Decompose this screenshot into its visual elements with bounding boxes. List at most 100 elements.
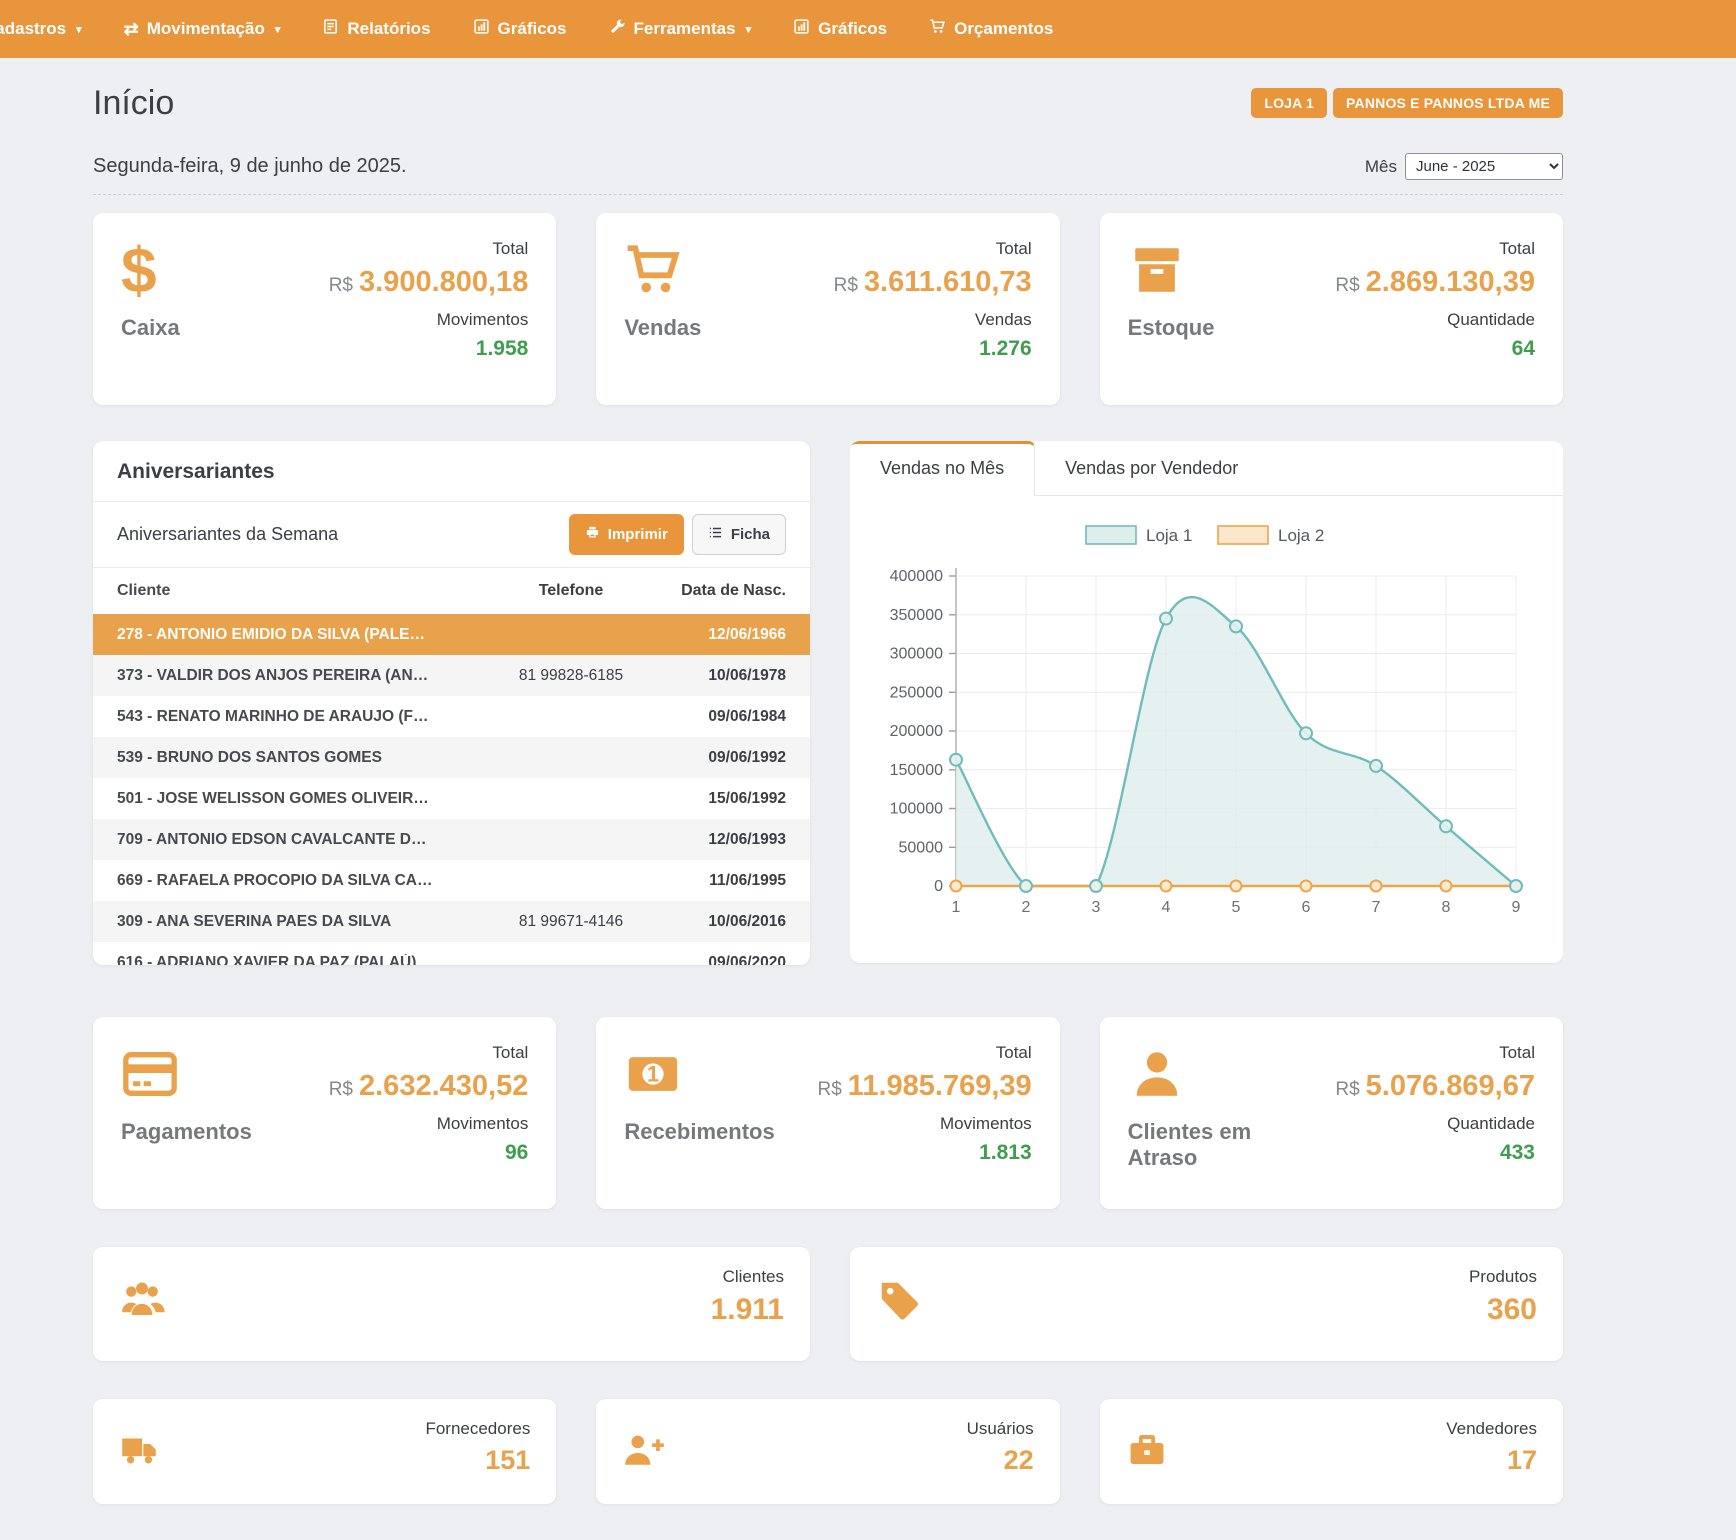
- total-value: 2.869.130,39: [1366, 266, 1535, 298]
- birthday-table-row[interactable]: 309 - ANA SEVERINA PAES DA SILVA81 99671…: [93, 901, 810, 942]
- summary-label: Vendedores: [1446, 1419, 1537, 1439]
- column-header-cliente: Cliente: [117, 582, 476, 600]
- caret-down-icon: ▾: [275, 23, 281, 36]
- nav-item-label: Ferramentas: [634, 19, 736, 39]
- svg-text:9: 9: [1512, 899, 1521, 916]
- nav-item-graficos[interactable]: Gráficos: [452, 0, 588, 58]
- cell-nascimento: 09/06/1984: [666, 708, 786, 726]
- tab-vendas-por-vendedor[interactable]: Vendas por Vendedor: [1035, 441, 1268, 496]
- nav-item-label: Cadastros: [0, 19, 66, 39]
- current-date: Segunda-feira, 9 de junho de 2025.: [93, 155, 407, 178]
- birthday-table-row[interactable]: 616 - ADRIANO XAVIER DA PAZ (PALAÚ)09/06…: [93, 942, 810, 965]
- cell-cliente: 309 - ANA SEVERINA PAES DA SILVA: [117, 913, 476, 931]
- birthday-table-row[interactable]: 278 - ANTONIO EMIDIO DA SILVA (PALE…12/0…: [93, 614, 810, 655]
- birthday-table-row[interactable]: 539 - BRUNO DOS SANTOS GOMES09/06/1992: [93, 737, 810, 778]
- caret-down-icon: ▾: [746, 23, 752, 36]
- svg-text:300000: 300000: [890, 646, 943, 663]
- cell-nascimento: 10/06/2016: [666, 913, 786, 931]
- store-badge: LOJA 1: [1251, 88, 1327, 118]
- clientes-em-atraso-card: Clientes em Atraso Total R$5.076.869,67 …: [1100, 1017, 1563, 1209]
- count-label: Movimentos: [329, 1114, 529, 1134]
- count-value: 64: [1335, 337, 1535, 361]
- total-value: 11.985.769,39: [848, 1070, 1032, 1102]
- card-title: Estoque: [1128, 315, 1215, 341]
- count-value: 96: [329, 1141, 529, 1165]
- birthday-table-row[interactable]: 709 - ANTONIO EDSON CAVALCANTE D…12/06/1…: [93, 819, 810, 860]
- cell-cliente: 669 - RAFAELA PROCOPIO DA SILVA CA…: [117, 872, 476, 890]
- birthday-table-row[interactable]: 543 - RENATO MARINHO DE ARAUJO (F…09/06/…: [93, 696, 810, 737]
- total-label: Total: [329, 1043, 529, 1063]
- tag-icon: [876, 1277, 922, 1328]
- printer-icon: [585, 525, 600, 544]
- currency-symbol: R$: [818, 1079, 842, 1100]
- usuarios-card: Usuários 22: [596, 1399, 1059, 1504]
- total-label: Total: [1335, 239, 1535, 259]
- cell-nascimento: 10/06/1978: [666, 667, 786, 685]
- count-label: Movimentos: [818, 1114, 1032, 1134]
- card-title: Pagamentos: [121, 1119, 252, 1145]
- summary-value: 360: [1469, 1293, 1537, 1327]
- ficha-button-label: Ficha: [731, 526, 770, 543]
- cart-icon: [929, 18, 946, 40]
- sales-line-chart: 0500001000001500002000002500003000003500…: [878, 512, 1528, 952]
- svg-text:100000: 100000: [890, 801, 943, 818]
- month-select[interactable]: June - 2025: [1405, 153, 1563, 180]
- nav-item-cadastros[interactable]: Cadastros ▾: [0, 0, 103, 58]
- ficha-button[interactable]: Ficha: [692, 514, 786, 555]
- nav-item-relatorios[interactable]: Relatórios: [301, 0, 451, 58]
- summary-label: Produtos: [1469, 1267, 1537, 1287]
- svg-text:1: 1: [952, 899, 961, 916]
- svg-text:0: 0: [934, 878, 943, 895]
- svg-text:4: 4: [1162, 899, 1171, 916]
- print-button[interactable]: Imprimir: [569, 514, 684, 555]
- box-icon: [1128, 239, 1215, 301]
- svg-text:Loja 2: Loja 2: [1278, 526, 1324, 545]
- user-plus-icon: [622, 1429, 664, 1476]
- column-header-nascimento: Data de Nasc.: [666, 582, 786, 600]
- card-title: Recebimentos: [624, 1119, 774, 1145]
- cell-cliente: 539 - BRUNO DOS SANTOS GOMES: [117, 749, 476, 767]
- cell-telefone: 81 99671-4146: [476, 913, 666, 931]
- birthdays-table-header: Cliente Telefone Data de Nasc.: [93, 568, 810, 614]
- month-label: Mês: [1365, 157, 1397, 177]
- cart-icon: [624, 239, 701, 301]
- dollar-icon: $: [121, 239, 180, 301]
- svg-text:8: 8: [1442, 899, 1451, 916]
- birthday-table-row[interactable]: 669 - RAFAELA PROCOPIO DA SILVA CA… 11/06…: [93, 860, 810, 901]
- cell-nascimento: 11/06/1995: [666, 872, 786, 890]
- svg-text:50000: 50000: [899, 839, 944, 856]
- company-badge: PANNOS E PANNOS LTDA ME: [1333, 88, 1563, 118]
- currency-symbol: R$: [834, 275, 858, 296]
- nav-item-ferramentas[interactable]: Ferramentas ▾: [588, 0, 773, 58]
- caret-down-icon: ▾: [76, 23, 82, 36]
- nav-item-label: Relatórios: [347, 19, 430, 39]
- summary-label: Fornecedores: [425, 1419, 530, 1439]
- report-icon: [322, 18, 339, 40]
- page-title: Início: [93, 84, 174, 123]
- cell-nascimento: 12/06/1993: [666, 831, 786, 849]
- wrench-icon: [609, 18, 626, 40]
- birthday-table-row[interactable]: 501 - JOSE WELISSON GOMES OLIVEIR…15/06/…: [93, 778, 810, 819]
- card-title: Vendas: [624, 315, 701, 341]
- cell-cliente: 278 - ANTONIO EMIDIO DA SILVA (PALE…: [117, 626, 476, 644]
- summary-value: 151: [425, 1445, 530, 1476]
- svg-text:1: 1: [647, 1062, 659, 1087]
- birthday-table-row[interactable]: 373 - VALDIR DOS ANJOS PEREIRA (AN…81 99…: [93, 655, 810, 696]
- nav-item-movimentacao[interactable]: ⇄ Movimentação ▾: [103, 0, 302, 58]
- svg-text:200000: 200000: [890, 723, 943, 740]
- nav-item-graficos-2[interactable]: Gráficos: [772, 0, 908, 58]
- people-icon: [119, 1277, 165, 1328]
- total-label: Total: [818, 1043, 1032, 1063]
- count-label: Movimentos: [329, 310, 529, 330]
- truck-icon: [119, 1429, 161, 1476]
- tab-vendas-no-mes[interactable]: Vendas no Mês: [850, 441, 1035, 496]
- summary-value: 17: [1446, 1445, 1537, 1476]
- person-icon: [1128, 1043, 1288, 1105]
- nav-item-label: Movimentação: [147, 19, 265, 39]
- nav-item-orcamentos[interactable]: Orçamentos: [908, 0, 1074, 58]
- svg-text:Loja 1: Loja 1: [1146, 526, 1192, 545]
- clientes-card: Clientes 1.911: [93, 1247, 810, 1361]
- vendas-card: Vendas Total R$3.611.610,73 Vendas 1.276: [596, 213, 1059, 405]
- banknote-icon: 1: [624, 1043, 774, 1105]
- cell-nascimento: 09/06/2020: [666, 954, 786, 966]
